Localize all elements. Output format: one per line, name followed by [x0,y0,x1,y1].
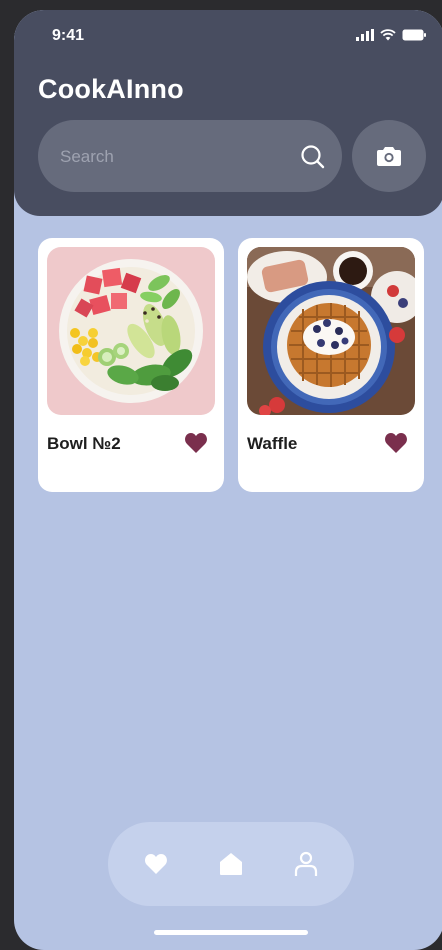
status-icons [356,29,426,41]
camera-icon [377,147,401,166]
status-time: 9:41 [52,27,85,44]
phone-screen: 9:41 CookAInno Search Bowl №2 Waffle [14,10,442,950]
nav-profile-user-icon[interactable] [292,850,320,878]
recipe-image [247,247,415,415]
recipe-card[interactable]: Waffle [238,238,424,492]
home-indicator [154,930,308,935]
waffle-image [247,247,415,415]
battery-icon [402,29,426,41]
heart-icon[interactable] [384,432,408,454]
recipe-card[interactable]: Bowl №2 [38,238,224,492]
search-input[interactable] [58,146,282,168]
header: 9:41 CookAInno [14,10,442,216]
recipe-title: Waffle [247,434,298,453]
recipe-title: Bowl №2 [47,434,121,453]
nav-favorites-heart-icon[interactable] [142,850,170,878]
nav-home-icon[interactable] [217,850,245,878]
signal-icon [356,29,374,41]
camera-button[interactable] [352,120,426,192]
heart-icon[interactable] [184,432,208,454]
search-bar[interactable] [38,120,342,192]
app-title: CookAInno [38,74,184,104]
search-icon[interactable] [300,144,326,170]
bottom-nav [108,822,354,906]
recipe-image [47,247,215,415]
poke-bowl-image [47,247,215,415]
wifi-icon [380,29,396,41]
